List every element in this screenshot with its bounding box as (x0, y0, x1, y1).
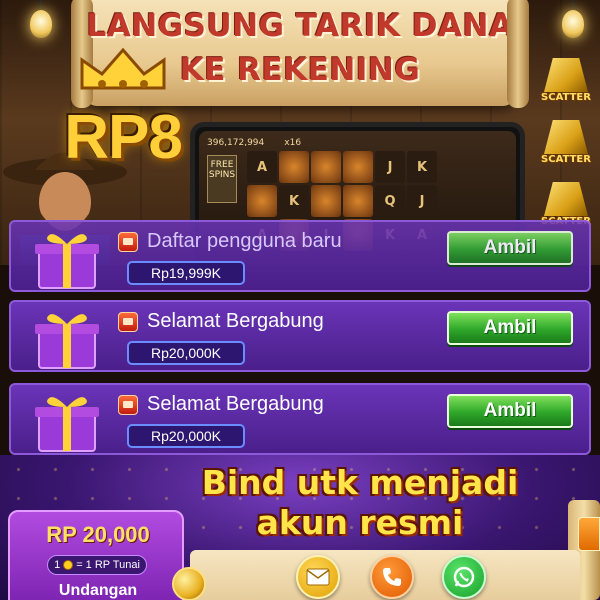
claim-button[interactable]: Ambil (447, 231, 573, 265)
phone-icon (383, 568, 401, 586)
reward-card: Selamat Bergabung Rp20,000K Ambil (9, 383, 591, 455)
whatsapp-icon (453, 566, 475, 588)
mail-icon (306, 568, 330, 586)
reward-card: Selamat Bergabung Rp20,000K Ambil (9, 300, 591, 372)
cash-icon (118, 312, 138, 332)
slot-multiplier: x16 (284, 138, 302, 148)
reward-amount: Rp20,000K (127, 424, 245, 448)
invite-amount: RP 20,000 (46, 522, 150, 547)
scatter-gold-icon: SCATTER (534, 54, 598, 116)
cash-icon (118, 232, 138, 252)
slot-hud: 396,172,994 x16 (199, 135, 516, 151)
bind-heading-line-1: Bind utk menjadi (201, 463, 519, 502)
reward-title: Selamat Bergabung (147, 310, 324, 332)
reward-title: Selamat Bergabung (147, 393, 324, 415)
reward-card: Daftar pengguna baru Rp19,999K Ambil (9, 220, 591, 292)
free-spins-badge: FREE SPINS (207, 155, 237, 203)
bind-phone-button[interactable] (370, 555, 414, 599)
gift-box-icon (35, 397, 99, 452)
bind-whatsapp-button[interactable] (442, 555, 486, 599)
logo-text: RP8 (64, 103, 183, 172)
lamp-icon (560, 0, 586, 40)
bind-email-button[interactable] (296, 555, 340, 599)
headline-line-1: LANGSUNG TARIK DANA (86, 8, 514, 44)
rate-right: = 1 RP Tunai (76, 559, 140, 571)
scatter-gold-icon: SCATTER (534, 116, 598, 178)
claim-button[interactable]: Ambil (447, 394, 573, 428)
invite-label: Undangan (58, 582, 138, 599)
claim-button[interactable]: Ambil (447, 311, 573, 345)
reward-title: Daftar pengguna baru (147, 230, 342, 252)
crown-icon (80, 48, 166, 90)
cash-icon (118, 395, 138, 415)
slot-balance: 396,172,994 (207, 138, 265, 148)
side-tab-button[interactable] (578, 517, 600, 551)
exchange-rate-pill: 1 = 1 RP Tunai (47, 555, 147, 575)
gift-box-icon (35, 314, 99, 369)
invite-panel[interactable]: RP 20,000 1 = 1 RP Tunai Undangan (8, 510, 184, 600)
rate-left: 1 (54, 559, 61, 571)
reward-amount: Rp19,999K (127, 261, 245, 285)
reward-amount: Rp20,000K (127, 341, 245, 365)
lamp-icon (28, 0, 54, 40)
bind-account-section: Bind utk menjadi akun resmi RP 20,000 1 … (0, 455, 600, 600)
coin-icon (63, 560, 74, 570)
gold-coin-icon (172, 567, 206, 600)
rp8-logo: RP8 (48, 48, 198, 198)
gift-box-icon (35, 234, 99, 289)
bind-heading-line-2: akun resmi (256, 503, 464, 542)
